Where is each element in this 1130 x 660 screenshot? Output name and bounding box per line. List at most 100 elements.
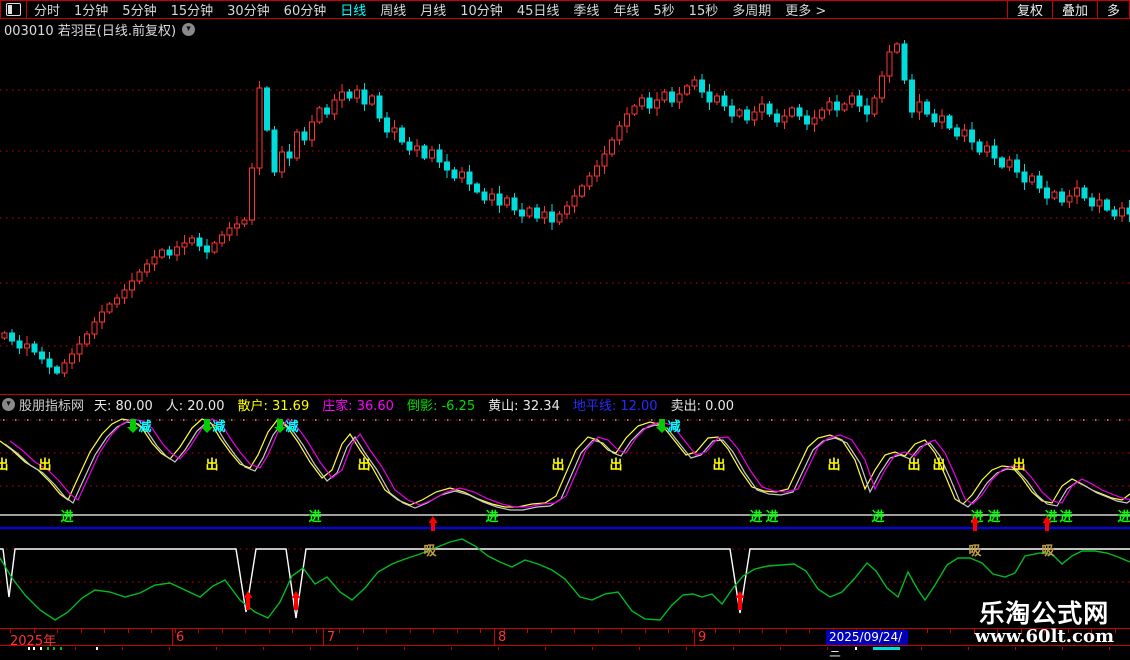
axis-tick <box>762 629 763 633</box>
candle-down <box>475 184 480 192</box>
candle-up <box>145 264 150 272</box>
sell-marker: 出 <box>357 457 370 473</box>
candle-down <box>835 102 840 110</box>
axis-tick <box>1021 629 1022 633</box>
buy-marker: 进 <box>987 510 1000 525</box>
candle-up <box>25 344 30 348</box>
candle-up <box>227 228 232 235</box>
candle-down <box>17 341 22 348</box>
axis-current-date: 2025/09/24/三 <box>826 630 908 645</box>
toolbar-button-2[interactable]: 多 <box>1097 1 1129 18</box>
period-tab-8[interactable]: 月线 <box>413 1 453 18</box>
axis-tick <box>950 629 951 633</box>
indicator-panel[interactable]: 出出出出出出出出出出出进进进进进进进进进进进吸吸吸减减减减 <box>0 419 1130 620</box>
candle-down <box>47 359 52 367</box>
candle-up <box>527 208 532 216</box>
axis-month-label: 6 <box>176 630 184 645</box>
indicator-field-庄家: 庄家: 36.60 <box>322 395 394 414</box>
layout-split-icon <box>6 3 21 16</box>
candle-up <box>137 272 142 281</box>
layout-split-button[interactable] <box>1 1 27 18</box>
candle-up <box>430 150 435 158</box>
candle-up <box>122 290 127 298</box>
period-tab-11[interactable]: 季线 <box>566 1 606 18</box>
candle-down <box>730 106 735 116</box>
candle-up <box>340 92 345 100</box>
period-tab-10[interactable]: 45日线 <box>510 1 567 18</box>
candle-up <box>107 304 112 312</box>
candle-down <box>550 212 555 222</box>
candle-up <box>182 243 187 247</box>
period-tab-6[interactable]: 日线 <box>333 1 373 18</box>
axis-month-divider <box>323 629 324 646</box>
candle-up <box>1052 192 1057 198</box>
candle-down <box>40 352 45 359</box>
period-tab-4[interactable]: 30分钟 <box>220 1 277 18</box>
period-tab-15[interactable]: 多周期 <box>725 1 778 18</box>
axis-tick <box>574 629 575 633</box>
candlestick-chart[interactable] <box>0 40 1130 377</box>
candle-up <box>100 312 105 322</box>
axis-tick <box>668 629 669 633</box>
candle-up <box>737 110 742 116</box>
candle-down <box>385 118 390 132</box>
candle-down <box>32 344 37 352</box>
indicator-curve-1 <box>5 422 1130 510</box>
trading-app-window: 出出出出出出出出出出出进进进进进进进进进进进吸吸吸减减减减 分时1分钟5分钟15… <box>0 0 1130 650</box>
candle-up <box>70 354 75 363</box>
period-tab-9[interactable]: 10分钟 <box>453 1 510 18</box>
indicator-field-黄山: 黄山: 32.34 <box>488 395 560 414</box>
candle-up <box>92 322 97 334</box>
period-tab-16[interactable]: 更多 > <box>778 1 833 18</box>
axis-tick <box>645 629 646 633</box>
candle-up <box>542 212 547 218</box>
candle-down <box>377 96 382 118</box>
period-tab-2[interactable]: 5分钟 <box>115 1 163 18</box>
indicator-field-卖出: 卖出: 0.00 <box>671 395 734 414</box>
axis-tick <box>692 629 693 633</box>
axis-tick <box>410 629 411 633</box>
candle-up <box>572 196 577 206</box>
sell-marker: 出 <box>551 457 564 473</box>
period-tab-14[interactable]: 15秒 <box>682 1 726 18</box>
candle-up <box>490 194 495 200</box>
candle-down <box>1082 188 1087 198</box>
axis-tick <box>739 629 740 633</box>
candle-up <box>655 100 660 108</box>
period-tab-1[interactable]: 1分钟 <box>67 1 115 18</box>
candle-up <box>77 344 82 354</box>
candle-down <box>1045 188 1050 198</box>
toolbar-button-0[interactable]: 复权 <box>1007 1 1052 18</box>
toolbar-button-1[interactable]: 叠加 <box>1052 1 1097 18</box>
axis-tick <box>386 629 387 633</box>
candle-down <box>512 198 517 210</box>
period-tab-0[interactable]: 分时 <box>27 1 67 18</box>
candle-down <box>302 132 307 140</box>
indicator-name[interactable]: 股朋指标网 <box>19 395 84 414</box>
candle-up <box>827 102 832 110</box>
period-tab-7[interactable]: 周线 <box>373 1 413 18</box>
axis-tick <box>433 629 434 633</box>
candle-up <box>317 108 322 122</box>
reduce-marker: 减 <box>667 419 680 435</box>
period-tab-12[interactable]: 年线 <box>606 1 646 18</box>
indicator-field-地平线: 地平线: 12.00 <box>573 395 658 414</box>
axis-tick <box>363 629 364 633</box>
charts-layer[interactable]: 出出出出出出出出出出出进进进进进进进进进进进吸吸吸减减减减 <box>0 0 1130 650</box>
candle-down <box>265 88 270 130</box>
axis-tick <box>457 629 458 633</box>
reduce-marker: 减 <box>212 419 225 435</box>
candle-up <box>677 94 682 102</box>
period-tab-13[interactable]: 5秒 <box>646 1 681 18</box>
axis-tick <box>480 629 481 633</box>
candle-down <box>955 128 960 136</box>
axis-tick <box>1115 629 1116 633</box>
candle-up <box>610 140 615 154</box>
indicator-dropdown-icon[interactable]: ▾ <box>2 398 15 411</box>
title-dropdown-icon[interactable]: ▾ <box>182 23 195 36</box>
candle-up <box>370 96 375 104</box>
candle-down <box>700 80 705 92</box>
period-tab-3[interactable]: 15分钟 <box>164 1 221 18</box>
period-tab-5[interactable]: 60分钟 <box>277 1 334 18</box>
candle-down <box>977 142 982 152</box>
